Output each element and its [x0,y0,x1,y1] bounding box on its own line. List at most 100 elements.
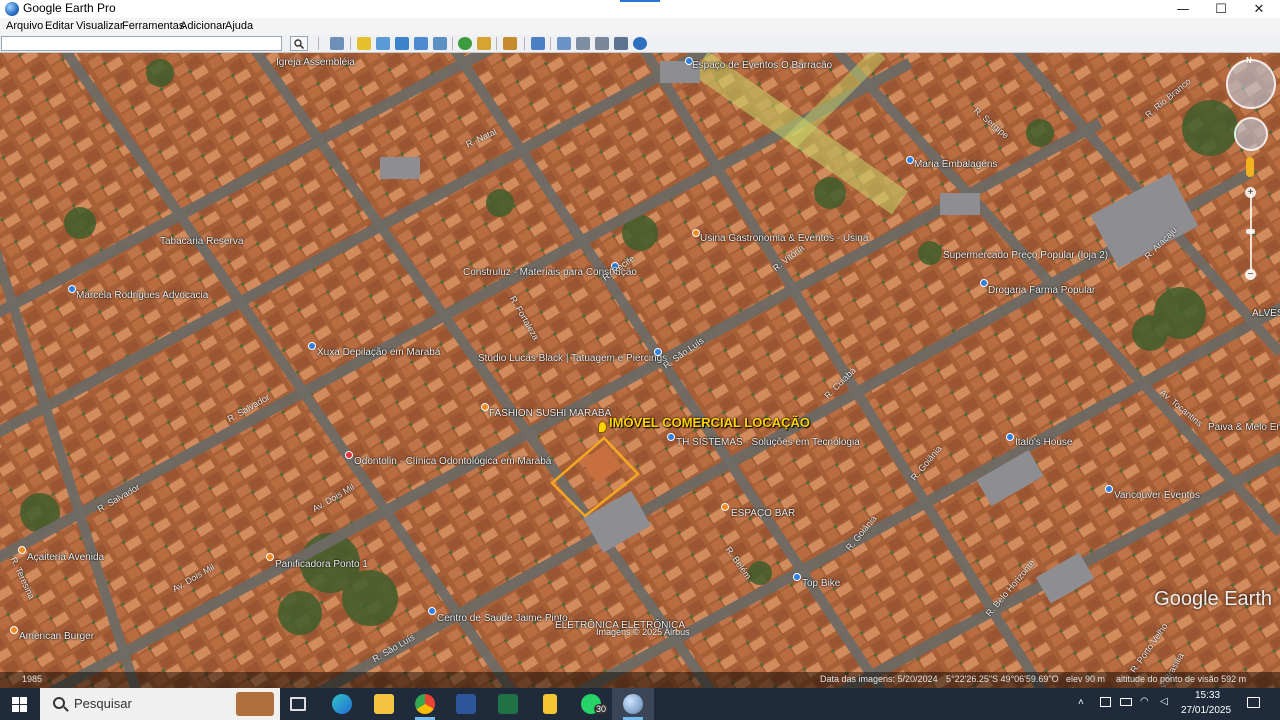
place-label[interactable]: Xuxa Depilação em Marabá [317,347,440,358]
image-overlay-icon[interactable] [414,37,428,50]
zoom-out-button[interactable]: − [1245,269,1256,280]
email-icon[interactable] [557,37,571,50]
task-view-icon[interactable] [290,697,306,711]
zoom-slider-thumb[interactable] [1246,229,1255,234]
battery-icon[interactable] [1120,698,1132,706]
menu-editar[interactable]: Editar [45,20,74,32]
historical-imagery-icon[interactable] [458,37,472,50]
place-label[interactable]: ESPAÇO BAR [731,508,795,519]
menu-visualizar[interactable]: Visualizar [76,20,124,32]
search-icon [294,38,304,49]
toolbar-separator [350,37,351,50]
clock-time[interactable]: 15:33 [1195,690,1220,701]
sidebar-toggle-icon[interactable] [330,37,344,50]
place-pin-icon[interactable] [906,156,914,164]
toolbar-separator [496,37,497,50]
notifications-icon[interactable] [1247,697,1260,708]
place-label[interactable]: Espaço de Eventos O Barracão [692,60,832,71]
menu-ajuda[interactable]: Ajuda [225,20,253,32]
move-control[interactable] [1234,117,1268,151]
map-view[interactable]: Igreja Assembléia Tabacaria Reserva Espa… [0,53,1280,688]
place-label[interactable]: Supermercado Preço Popular (loja 2) [943,250,1108,261]
place-label[interactable]: Açaiteria Avenida [27,552,104,563]
place-label[interactable]: Centro de Saúde Jaime Pinto [437,613,568,624]
image-date: Data das imagens: 5/20/2024 [820,674,938,684]
north-indicator-icon[interactable]: N [1246,56,1252,65]
print-icon[interactable] [576,37,590,50]
save-image-icon[interactable] [595,37,609,50]
excel-icon[interactable] [498,694,518,714]
view-in-maps-icon[interactable] [614,37,628,50]
menu-arquivo[interactable]: Arquivo [6,20,43,32]
look-around-control[interactable] [1226,59,1276,109]
place-pin-icon[interactable] [1105,485,1113,493]
planets-icon[interactable] [503,37,517,50]
menu-adicionar[interactable]: Adicionar [180,20,226,32]
google-earth-taskbar-button[interactable] [612,688,654,720]
place-label[interactable]: Marcela Rodrigues Advocacia [76,290,208,301]
search-input[interactable] [1,36,282,51]
street-view-pegman-icon[interactable] [1246,157,1254,177]
place-label[interactable]: Vancouver Eventos [1114,490,1200,501]
record-tour-icon[interactable] [433,37,447,50]
place-label[interactable]: Italo's House [1015,437,1073,448]
place-pin-icon[interactable] [654,348,662,356]
place-pin-icon[interactable] [266,553,274,561]
place-label[interactable]: Drogaria Farma Popular [988,285,1095,296]
place-label[interactable]: Igreja Assembléia [276,57,355,68]
place-label[interactable]: Top Bike [802,578,840,589]
place-pin-icon[interactable] [980,279,988,287]
highlight-placemark-label[interactable]: IMÓVEL COMERCIAL LOCAÇÃO [609,415,810,430]
taskbar-search[interactable]: Pesquisar [40,688,280,720]
add-path-icon[interactable] [395,37,409,50]
place-label[interactable]: American Burger [19,631,94,642]
place-label[interactable]: Panificadora Ponto 1 [275,559,368,570]
place-label[interactable]: Odontolin - Clínica Odontológica em Mara… [354,456,551,467]
place-label[interactable]: TH SISTEMAS - Soluções em Tecnologia [676,437,860,448]
historical-year[interactable]: 1985 [22,674,42,684]
monitor-tray-icon[interactable] [1100,697,1111,707]
place-pin-icon[interactable] [481,403,489,411]
place-label[interactable]: Studio Lucas Black | Tatuagem e Piercing… [478,353,667,364]
sunlight-icon[interactable] [477,37,491,50]
place-pin-icon[interactable] [1006,433,1014,441]
pushpin-icon[interactable] [598,421,607,433]
menu-ferramentas[interactable]: Ferramentas [122,20,184,32]
place-pin-icon[interactable] [10,626,18,634]
place-pin-icon[interactable] [667,433,675,441]
windows-start-icon[interactable] [12,697,28,712]
ruler-icon[interactable] [531,37,545,50]
close-button[interactable]: ✕ [1240,0,1278,18]
place-label[interactable]: Tabacaria Reserva [160,236,243,247]
chrome-browser-icon[interactable] [415,694,435,714]
clock-date[interactable]: 27/01/2025 [1181,705,1231,716]
place-label[interactable]: FASHION SUSHI MARABÁ [489,408,611,419]
add-placemark-icon[interactable] [357,37,371,50]
zoom-in-button[interactable]: + [1245,187,1256,198]
place-pin-icon[interactable] [68,285,76,293]
word-icon[interactable] [456,694,476,714]
volume-icon[interactable]: ◁ [1160,696,1168,707]
add-polygon-icon[interactable] [376,37,390,50]
show-hidden-icons-icon[interactable]: ˄ [1078,697,1084,708]
place-pin-icon[interactable] [428,607,436,615]
place-pin-icon[interactable] [692,229,700,237]
place-label[interactable]: Maria Embalagens [914,159,997,170]
zoom-slider[interactable] [1250,193,1252,275]
place-label[interactable]: Paiva & Melo Emp [1208,422,1280,433]
sticky-notes-icon[interactable] [543,694,557,714]
place-pin-icon[interactable] [345,451,353,459]
place-label[interactable]: ALVES [1252,308,1280,319]
minimize-button[interactable]: — [1164,0,1202,18]
place-label[interactable]: Usina Gastronomia & Eventos - Usina [700,233,868,244]
wifi-icon[interactable]: ◠ [1140,696,1149,707]
maximize-button[interactable]: ☐ [1202,0,1240,18]
file-explorer-icon[interactable] [374,694,394,714]
place-pin-icon[interactable] [793,573,801,581]
earth-gallery-icon[interactable] [633,37,647,50]
place-pin-icon[interactable] [308,342,316,350]
place-pin-icon[interactable] [18,546,26,554]
search-button[interactable] [290,36,308,51]
edge-browser-icon[interactable] [332,694,352,714]
place-pin-icon[interactable] [721,503,729,511]
